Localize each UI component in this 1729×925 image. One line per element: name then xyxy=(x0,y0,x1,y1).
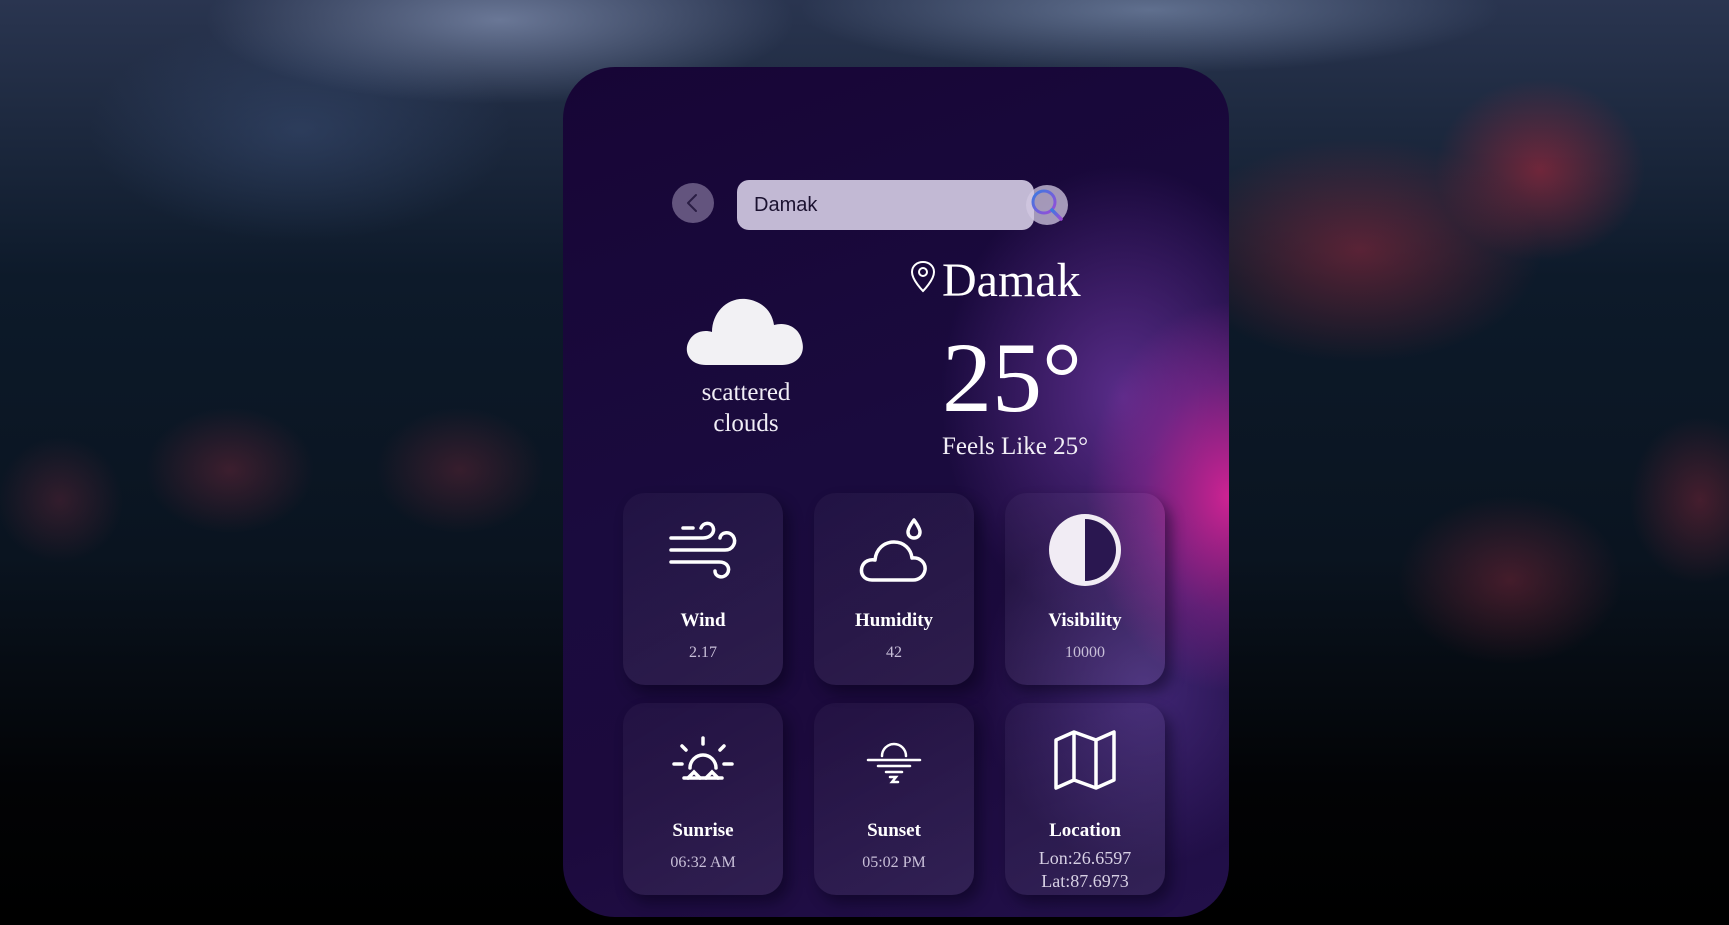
sunset-label: Sunset xyxy=(867,820,921,841)
visibility-tile: Visibility 10000 xyxy=(1005,493,1165,685)
cloud-icon xyxy=(686,298,803,365)
feels-like: Feels Like 25° xyxy=(942,433,1089,460)
visibility-label: Visibility xyxy=(1048,610,1122,631)
sunrise-label: Sunrise xyxy=(672,820,734,841)
location-lon: Lon:26.6597 xyxy=(1038,848,1132,868)
visibility-icon xyxy=(1049,514,1121,586)
search-bar xyxy=(672,173,1072,230)
sunrise-value: 06:32 AM xyxy=(670,854,736,871)
chevron-left-icon xyxy=(687,194,697,212)
back-button[interactable] xyxy=(672,183,714,223)
sunset-value: 05:02 PM xyxy=(862,854,926,871)
map-icon xyxy=(1054,730,1116,790)
city-name: Damak xyxy=(942,254,1081,307)
weather-description: scattered clouds xyxy=(676,377,816,439)
map-pin-icon xyxy=(910,260,936,293)
humidity-icon xyxy=(859,518,927,582)
search-input[interactable] xyxy=(737,180,1034,230)
location-coordinates: Lon:26.6597 Lat:87.6973 xyxy=(1005,847,1165,893)
wind-label: Wind xyxy=(680,610,726,631)
sunrise-icon xyxy=(672,736,734,780)
location-lat: Lat:87.6973 xyxy=(1041,871,1129,891)
location-label: Location xyxy=(1049,820,1121,841)
visibility-value: 10000 xyxy=(1065,644,1105,661)
humidity-tile: Humidity 42 xyxy=(814,493,974,685)
description-line-2: clouds xyxy=(713,410,779,437)
temperature: 25° xyxy=(942,322,1082,433)
description-line-1: scattered xyxy=(701,379,791,406)
wind-tile: Wind 2.17 xyxy=(623,493,783,685)
wind-value: 2.17 xyxy=(689,644,717,661)
search-button[interactable] xyxy=(1026,185,1068,225)
wind-icon xyxy=(669,521,737,579)
sunset-tile: Sunset 05:02 PM xyxy=(814,703,974,895)
location-tile: Location Lon:26.6597 Lat:87.6973 xyxy=(1005,703,1165,895)
sunrise-tile: Sunrise 06:32 AM xyxy=(623,703,783,895)
humidity-label: Humidity xyxy=(854,610,934,631)
city-temperature: Damak 25° Feels Like 25° xyxy=(908,254,1088,460)
weather-card: scattered clouds Damak 25° Feels Like 25… xyxy=(563,67,1229,917)
search-icon xyxy=(1031,189,1063,221)
humidity-value: 42 xyxy=(886,644,902,661)
current-conditions: scattered clouds xyxy=(676,287,816,439)
sunset-icon xyxy=(866,742,922,784)
